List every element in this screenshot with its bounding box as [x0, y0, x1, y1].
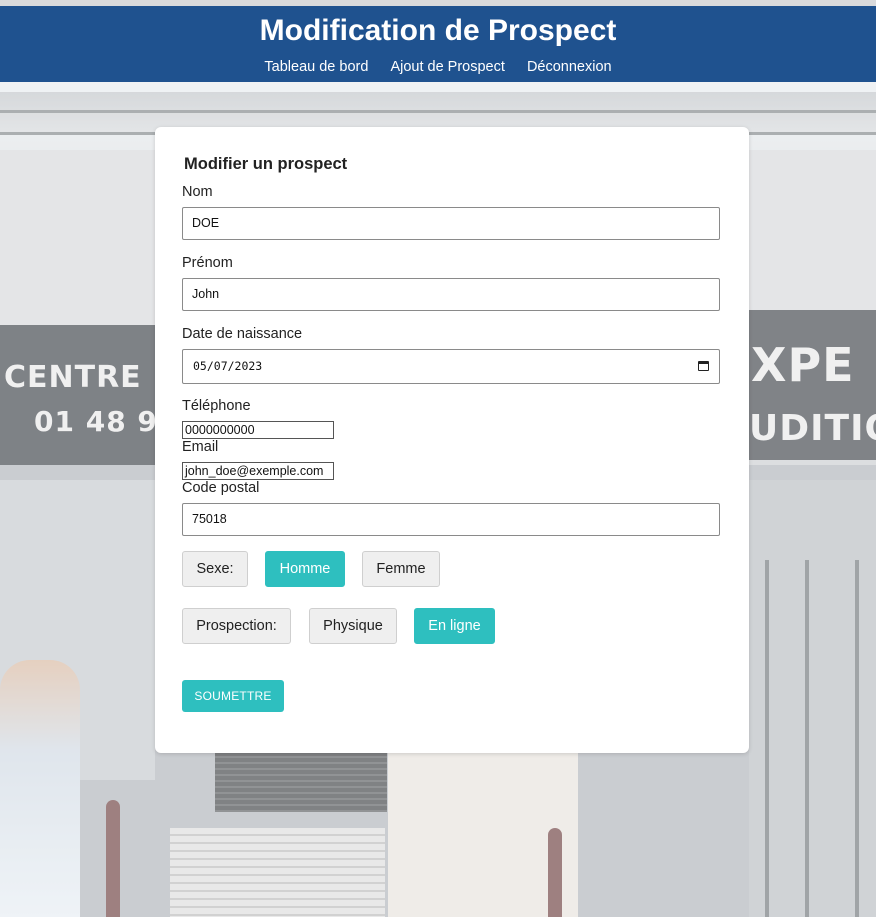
sexe-homme-button[interactable]: Homme [265, 551, 345, 587]
header-bar: Modification de Prospect Tableau de bord… [0, 6, 876, 82]
nav-link-deconnexion[interactable]: Déconnexion [527, 59, 612, 75]
prospection-en-ligne-button[interactable]: En ligne [414, 608, 495, 644]
prenom-label: Prénom [182, 255, 233, 271]
prenom-input[interactable]: John [182, 278, 720, 311]
email-input[interactable]: john_doe@exemple.com [182, 462, 334, 480]
date-label: Date de naissance [182, 326, 303, 342]
calendar-icon[interactable] [698, 361, 709, 371]
submit-button[interactable]: SOUMETTRE [182, 680, 284, 712]
date-value: 05/07/2023 [193, 359, 263, 373]
page-title: Modification de Prospect [259, 14, 617, 47]
code-postal-input[interactable]: 75018 [182, 503, 720, 536]
form-title: Modifier un prospect [184, 155, 348, 173]
edit-prospect-card: Modifier un prospect Nom DOE Prénom John… [155, 127, 749, 753]
nav-link-ajout-prospect[interactable]: Ajout de Prospect [390, 59, 504, 75]
telephone-label: Téléphone [182, 398, 251, 414]
telephone-input[interactable]: 0000000000 [182, 421, 334, 439]
sexe-label-button: Sexe: [182, 551, 248, 587]
prospection-label-button: Prospection: [182, 608, 291, 644]
email-label: Email [182, 439, 219, 455]
prospection-physique-button[interactable]: Physique [309, 608, 397, 644]
nav-menu: Tableau de bord Ajout de Prospect Déconn… [0, 59, 876, 75]
date-naissance-input[interactable]: 05/07/2023 [182, 349, 720, 384]
nom-input[interactable]: DOE [182, 207, 720, 240]
sexe-femme-button[interactable]: Femme [362, 551, 440, 587]
code-postal-label: Code postal [182, 480, 260, 496]
nav-link-tableau-de-bord[interactable]: Tableau de bord [264, 59, 368, 75]
nom-label: Nom [182, 184, 213, 200]
